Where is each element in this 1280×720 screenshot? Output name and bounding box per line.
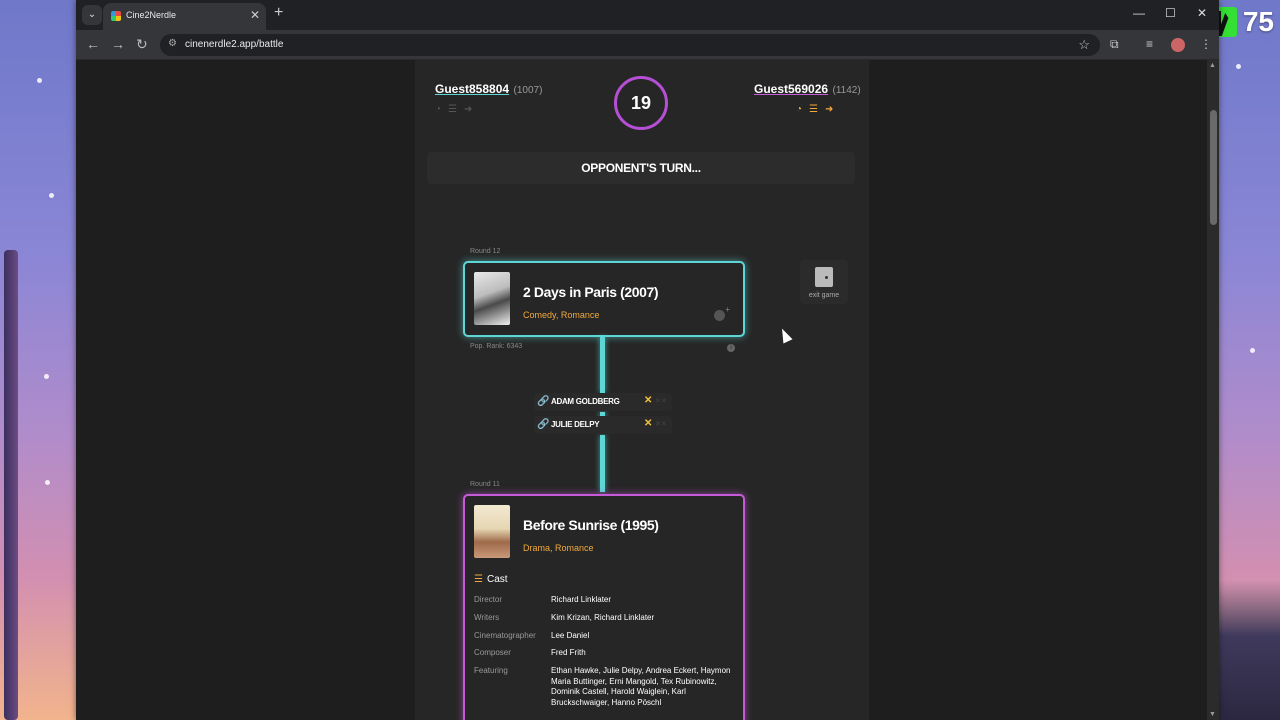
- link-chain-icon: 🔗: [537, 396, 550, 407]
- forward-icon[interactable]: →: [111, 36, 125, 52]
- extensions-icon[interactable]: ⧉: [1110, 37, 1119, 52]
- link-person: 🔗 ADAM GOLDBERG ✕ ✕✕: [534, 393, 672, 411]
- credit-role: Director: [474, 595, 503, 604]
- background-star: [37, 78, 42, 83]
- exit-game-button[interactable]: exit game: [800, 260, 848, 304]
- exit-game-label: exit game: [808, 292, 840, 299]
- back-icon[interactable]: ←: [86, 36, 100, 52]
- cast-list-icon: ☰: [474, 574, 483, 585]
- time-lifeline-icon: ◔: [796, 104, 803, 115]
- tab-title: Cine2Nerdle: [126, 10, 177, 20]
- maximize-icon[interactable]: ☐: [1165, 6, 1176, 20]
- link-strike-remaining-icon: ✕✕: [655, 421, 667, 428]
- new-tab-button[interactable]: +: [274, 4, 283, 22]
- address-bar[interactable]: ⚙ cinenerdle2.app/battle ☆: [160, 34, 1100, 56]
- cast-label: Cast: [486, 574, 508, 585]
- player-right-name: Guest569026: [754, 82, 829, 96]
- browser-toolbar: ← → ↻ ⚙ cinenerdle2.app/battle ☆ ⧉ ≡ ⋮: [76, 30, 1219, 60]
- credit-role: Cinematographer: [474, 631, 536, 640]
- movie-title: Before Sunrise (1995): [523, 517, 659, 533]
- profile-avatar-icon[interactable]: [1171, 38, 1185, 52]
- skip-lifeline-icon: ➜: [825, 104, 834, 115]
- player-right: Guest569026 (1142) ◔ ☰ ➜: [754, 80, 861, 115]
- background-star: [45, 480, 50, 485]
- background-star: [44, 374, 49, 379]
- cast-lifeline-icon: ☰: [809, 104, 819, 115]
- credit-role: Writers: [474, 613, 500, 622]
- movie-poster: [474, 272, 510, 325]
- cast-section-heading: ☰ Cast: [474, 574, 508, 585]
- credit-value: Fred Frith: [551, 648, 586, 657]
- link-strike-icon: ✕: [644, 395, 653, 406]
- cast-lifeline-icon: ☰: [448, 104, 458, 115]
- player-right-rating: (1142): [832, 85, 861, 96]
- credit-value: Lee Daniel: [551, 631, 590, 640]
- movie-card-round-12[interactable]: 2 Days in Paris (2007) Comedy, Romance +: [463, 261, 745, 337]
- link-person-name: JULIE DELPY: [551, 420, 600, 429]
- link-chain-icon: 🔗: [537, 419, 550, 430]
- tab-bar: ⌄ Cine2Nerdle ✕ + — ☐ ✕: [76, 0, 1219, 30]
- credit-value: Kim Krizan, Richard Linklater: [551, 613, 655, 622]
- background-star: [49, 193, 54, 198]
- tab-close-icon[interactable]: ✕: [250, 8, 260, 22]
- scroll-up-icon[interactable]: ▲: [1209, 62, 1216, 69]
- player-left-name: Guest858804: [435, 82, 510, 96]
- turn-banner: OPPONENT'S TURN...: [427, 152, 855, 184]
- door-icon: [815, 267, 833, 287]
- background-star: [1236, 64, 1241, 69]
- reload-icon[interactable]: ↻: [136, 36, 148, 53]
- wallpaper-pole: [4, 250, 18, 720]
- credit-value: Richard Linklater: [551, 595, 612, 604]
- skip-lifeline-icon: ➜: [464, 104, 473, 115]
- credit-role: Composer: [474, 648, 511, 657]
- tab-cine2nerdle[interactable]: Cine2Nerdle ✕: [103, 3, 266, 30]
- player-left: Guest858804 (1007) ◔ ☰ ➜: [435, 80, 542, 115]
- page-scrollbar[interactable]: ▲ ▼: [1207, 60, 1219, 720]
- link-strike-icon: ✕: [644, 418, 653, 429]
- link-person: 🔗 JULIE DELPY ✕ ✕✕: [534, 416, 672, 434]
- media-controls-icon[interactable]: ≡: [1146, 37, 1153, 51]
- scrollbar-thumb[interactable]: [1210, 110, 1217, 225]
- time-lifeline-icon: ◔: [435, 104, 442, 115]
- round-12-label: Round 12: [470, 248, 501, 255]
- chain-connector: [600, 337, 605, 393]
- wallpaper-trees: [1218, 580, 1280, 720]
- window-close-icon[interactable]: ✕: [1197, 6, 1207, 20]
- bookmark-star-icon[interactable]: ☆: [1078, 37, 1090, 53]
- scroll-down-icon[interactable]: ▼: [1209, 711, 1216, 718]
- battle-board: Guest858804 (1007) ◔ ☰ ➜ 19 Guest569026 …: [415, 60, 869, 720]
- credit-role: Featuring: [474, 666, 508, 675]
- player-left-lifelines: ◔ ☰ ➜: [435, 104, 542, 115]
- movie-genres: Drama, Romance: [523, 543, 594, 553]
- movie-poster: [474, 505, 510, 558]
- background-star: [1250, 348, 1255, 353]
- credit-value: Ethan Hawke, Julie Delpy, Andrea Eckert,…: [551, 666, 731, 707]
- minimize-icon[interactable]: —: [1133, 6, 1145, 20]
- url-text[interactable]: cinenerdle2.app/battle: [185, 39, 283, 50]
- overlay-count: 75: [1242, 6, 1274, 37]
- round-11-label: Round 11: [470, 481, 500, 488]
- overlay-badge: 75: [1210, 6, 1274, 38]
- browser-window: ⌄ Cine2Nerdle ✕ + — ☐ ✕ ← → ↻ ⚙ cinenerd…: [76, 0, 1219, 720]
- add-reaction-icon[interactable]: [714, 310, 725, 321]
- site-info-icon[interactable]: ⚙: [168, 38, 177, 49]
- chain-connector: [600, 435, 605, 492]
- player-left-rating: (1007): [513, 85, 543, 96]
- link-strike-remaining-icon: ✕✕: [655, 398, 667, 405]
- browser-menu-icon[interactable]: ⋮: [1200, 37, 1212, 51]
- popularity-rank: Pop. Rank: 6343: [470, 343, 523, 350]
- site-favicon-icon: [111, 11, 121, 21]
- tab-search-button[interactable]: ⌄: [82, 5, 102, 25]
- page-viewport: Guest858804 (1007) ◔ ☰ ➜ 19 Guest569026 …: [76, 60, 1207, 720]
- movie-genres: Comedy, Romance: [523, 310, 600, 320]
- turn-timer: 19: [614, 76, 668, 130]
- add-reaction-plus-icon[interactable]: +: [725, 305, 730, 314]
- link-person-name: ADAM GOLDBERG: [551, 397, 620, 406]
- info-icon[interactable]: i: [727, 344, 735, 352]
- player-right-lifelines: ◔ ☰ ➜: [754, 104, 861, 115]
- movie-title: 2 Days in Paris (2007): [523, 284, 659, 300]
- movie-card-round-11[interactable]: Before Sunrise (1995) Drama, Romance ☰ Ca…: [463, 494, 745, 720]
